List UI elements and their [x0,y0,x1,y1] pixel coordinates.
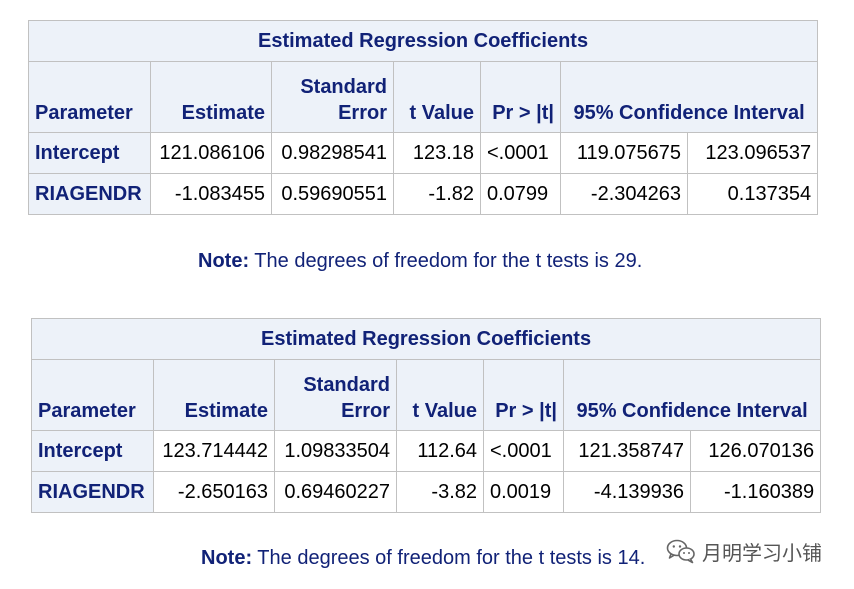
row-header: Intercept [28,132,151,174]
ci-upper-cell: 126.070136 [689,430,822,472]
ci-lower-cell: 121.358747 [563,430,691,472]
t-value-cell: -1.82 [393,173,481,215]
standard-error-cell: 0.59690551 [271,173,394,215]
watermark: 月明学习小铺 [666,536,822,566]
estimate-cell: 121.086106 [150,132,272,174]
standard-error-cell: 0.98298541 [271,132,394,174]
ci-upper-cell: 0.137354 [686,173,819,215]
column-header-t-value: t Value [396,359,484,431]
column-header-p-value: Pr > |t| [480,61,561,133]
t-value-cell: 123.18 [393,132,481,174]
regression-coefficients-table-1: Estimated Regression Coefficients Parame… [27,20,819,215]
ci-upper-cell: 123.096537 [686,132,819,174]
note-text: The degrees of freedom for the t tests i… [252,547,646,569]
p-value-cell: 0.0019 [483,471,564,513]
standard-error-cell: 0.69460227 [274,471,397,513]
p-value-cell: <.0001 [483,430,564,472]
wechat-icon [666,538,696,564]
estimate-cell: -1.083455 [150,173,272,215]
watermark-text: 月明学习小铺 [702,542,822,565]
note-label: Note: [198,250,250,272]
column-header-parameter: Parameter [28,61,151,133]
table-title: Estimated Regression Coefficients [27,20,819,62]
column-header-confidence-interval: 95% Confidence Interval [559,61,819,133]
table-row: RIAGENDR -2.650163 0.69460227 -3.82 0.00… [31,471,822,513]
header-line: Error [341,400,390,422]
t-value-cell: -3.82 [396,471,484,513]
row-header: Intercept [31,430,154,472]
column-header-confidence-interval: 95% Confidence Interval [562,359,822,431]
standard-error-cell: 1.09833504 [274,430,397,472]
estimate-cell: -2.650163 [153,471,275,513]
note-text: The degrees of freedom for the t tests i… [249,250,643,272]
estimate-cell: 123.714442 [153,430,275,472]
regression-coefficients-table-2: Estimated Regression Coefficients Parame… [30,318,822,513]
ci-lower-cell: -4.139936 [563,471,691,513]
t-value-cell: 112.64 [396,430,484,472]
table-row: RIAGENDR -1.083455 0.59690551 -1.82 0.07… [28,173,819,215]
table-row: Intercept 121.086106 0.98298541 123.18 <… [28,132,819,174]
header-line: Error [338,102,387,124]
column-header-parameter: Parameter [31,359,154,431]
footnote-2: Note: The degrees of freedom for the t t… [201,547,645,570]
table-row: Intercept 123.714442 1.09833504 112.64 <… [31,430,822,472]
row-header: RIAGENDR [28,173,151,215]
column-header-t-value: t Value [393,61,481,133]
column-header-standard-error: Standard Error [274,359,397,431]
footnote-1: Note: The degrees of freedom for the t t… [198,250,642,273]
column-header-estimate: Estimate [150,61,272,133]
ci-lower-cell: -2.304263 [560,173,688,215]
table-title: Estimated Regression Coefficients [30,318,822,360]
ci-lower-cell: 119.075675 [560,132,688,174]
column-header-estimate: Estimate [153,359,275,431]
p-value-cell: 0.0799 [480,173,561,215]
column-header-p-value: Pr > |t| [483,359,564,431]
header-line: Standard [303,374,390,396]
p-value-cell: <.0001 [480,132,561,174]
row-header: RIAGENDR [31,471,154,513]
note-label: Note: [201,547,253,569]
header-line: Standard [300,76,387,98]
column-header-standard-error: Standard Error [271,61,394,133]
ci-upper-cell: -1.160389 [689,471,822,513]
